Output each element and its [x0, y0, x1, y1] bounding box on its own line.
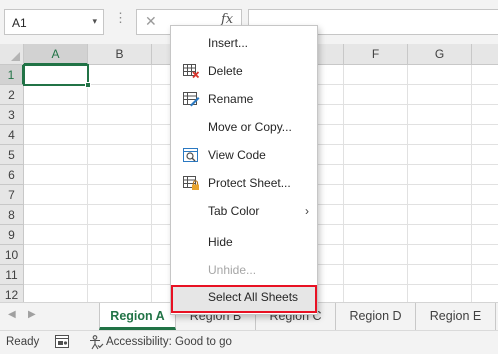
chevron-right-icon: › — [305, 204, 309, 218]
macro-recording-icon[interactable] — [55, 335, 69, 348]
accessibility-icon[interactable] — [88, 335, 104, 350]
delete-sheet-icon — [183, 64, 200, 79]
scroll-tabs-right-icon[interactable]: ▶ — [28, 309, 36, 320]
menu-item-label: Unhide... — [208, 263, 257, 277]
column-header-a[interactable]: A — [24, 44, 88, 65]
menu-item-label: Move or Copy... — [208, 120, 292, 134]
menu-item-label: Protect Sheet... — [208, 176, 291, 190]
accessibility-status[interactable]: Accessibility: Good to go — [106, 336, 232, 348]
active-cell-a1[interactable] — [23, 64, 89, 86]
row-header-12[interactable]: 12 — [0, 285, 24, 302]
row-header-9[interactable]: 9 — [0, 225, 24, 245]
status-ready: Ready — [6, 336, 40, 348]
rename-sheet-icon — [183, 92, 200, 107]
name-box-value: A1 — [12, 16, 27, 30]
sheet-tab-region-d[interactable]: Region D — [336, 303, 416, 330]
protect-sheet-icon — [183, 176, 199, 190]
menu-item-rename[interactable]: Rename — [171, 87, 317, 111]
sheet-tab-region-e[interactable]: Region E — [416, 303, 496, 330]
column-header-f[interactable]: F — [344, 44, 408, 65]
select-all-corner[interactable] — [0, 44, 24, 65]
menu-item-label: Select All Sheets — [208, 290, 299, 304]
row-header-3[interactable]: 3 — [0, 105, 24, 125]
row-header-8[interactable]: 8 — [0, 205, 24, 225]
column-header-g[interactable]: G — [408, 44, 472, 65]
formula-bar-resize-handle[interactable]: ⋮ — [114, 10, 127, 26]
row-header-7[interactable]: 7 — [0, 185, 24, 205]
status-bar: Ready Accessibility: Good to go — [0, 330, 498, 354]
menu-item-unhide[interactable]: Unhide... — [171, 258, 317, 282]
row-header-6[interactable]: 6 — [0, 165, 24, 185]
row-header-11[interactable]: 11 — [0, 265, 24, 285]
fill-handle[interactable] — [85, 82, 91, 88]
name-box-dropdown-icon[interactable]: ▾ — [92, 16, 97, 27]
menu-item-label: View Code — [208, 148, 266, 162]
menu-item-label: Hide — [208, 235, 233, 249]
column-header-b[interactable]: B — [88, 44, 152, 65]
menu-item-select-all-sheets[interactable]: Select All Sheets — [171, 285, 317, 313]
row-header-4[interactable]: 4 — [0, 125, 24, 145]
row-header-10[interactable]: 10 — [0, 245, 24, 265]
row-header-5[interactable]: 5 — [0, 145, 24, 165]
menu-item-protect-sheet[interactable]: Protect Sheet... — [171, 171, 317, 195]
menu-item-delete[interactable]: Delete — [171, 59, 317, 83]
row-header-1[interactable]: 1 — [0, 65, 24, 85]
menu-item-label: Delete — [208, 64, 243, 78]
menu-item-move-or-copy[interactable]: Move or Copy... — [171, 115, 317, 139]
name-box[interactable]: A1 ▾ — [4, 9, 104, 35]
sheet-tab-context-menu: Insert... Delete Rename Move or Copy... View… — [170, 25, 318, 315]
select-all-icon — [11, 52, 20, 61]
view-code-icon — [183, 148, 198, 162]
scroll-tabs-left-icon[interactable]: ◀ — [8, 309, 16, 320]
cancel-icon[interactable]: ✕ — [145, 13, 157, 30]
menu-item-label: Rename — [208, 92, 254, 106]
row-header-2[interactable]: 2 — [0, 85, 24, 105]
menu-item-view-code[interactable]: View Code — [171, 143, 317, 167]
menu-item-label: Insert... — [208, 36, 249, 50]
column-header-partial[interactable] — [472, 44, 498, 65]
menu-item-label: Tab Color — [208, 204, 260, 218]
menu-item-hide[interactable]: Hide — [171, 230, 317, 254]
menu-item-insert[interactable]: Insert... — [171, 31, 317, 55]
sheet-tab-region-a[interactable]: Region A — [99, 303, 176, 330]
menu-item-tab-color[interactable]: Tab Color › — [171, 199, 317, 223]
